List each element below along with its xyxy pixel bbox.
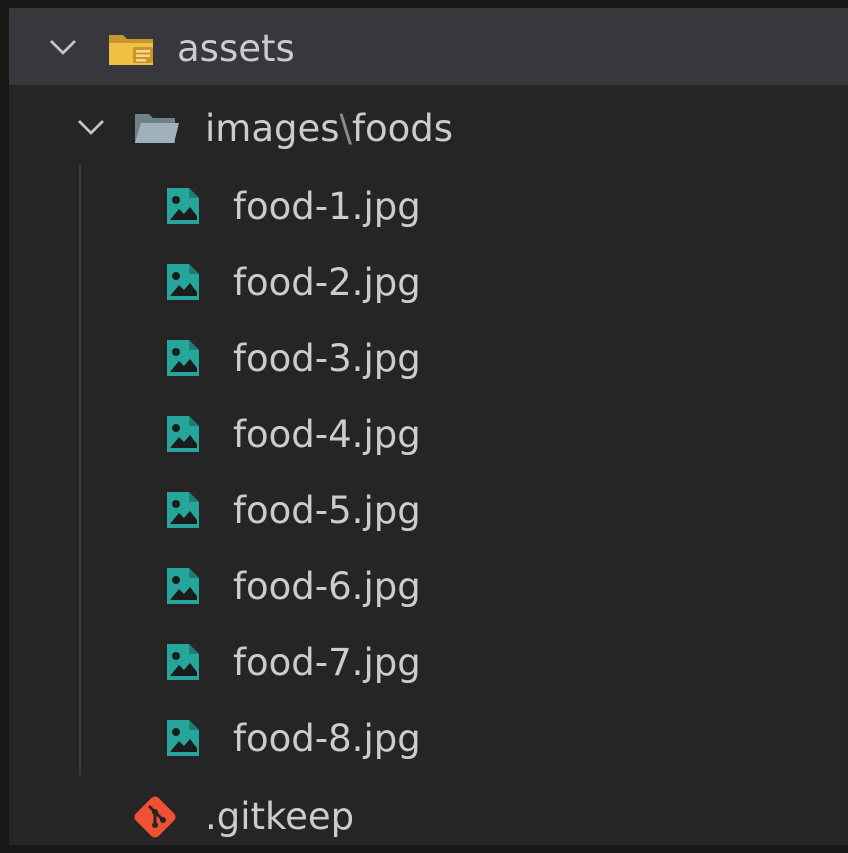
file-label: food-5.jpg	[233, 492, 421, 529]
file-explorer: assets images\foods food-1.jpg food-2	[9, 8, 848, 845]
file-item[interactable]: food-6.jpg	[9, 547, 848, 623]
file-item[interactable]: food-4.jpg	[9, 395, 848, 471]
file-item[interactable]: food-5.jpg	[9, 471, 848, 547]
file-label: food-4.jpg	[233, 416, 421, 453]
file-label: food-1.jpg	[233, 188, 421, 225]
chevron-down-icon[interactable]	[45, 29, 81, 65]
file-label: .gitkeep	[205, 798, 354, 835]
tree-item-images-foods[interactable]: images\foods	[9, 89, 848, 165]
file-label: food-8.jpg	[233, 720, 421, 757]
folder-open-icon	[107, 31, 157, 67]
file-item[interactable]: food-7.jpg	[9, 623, 848, 699]
image-file-icon	[165, 262, 201, 302]
git-icon	[131, 793, 179, 841]
file-label: food-3.jpg	[233, 340, 421, 377]
image-file-icon	[165, 490, 201, 530]
image-file-icon	[165, 186, 201, 226]
image-file-icon	[165, 414, 201, 454]
tree-item-assets[interactable]: assets	[9, 9, 848, 85]
tree-item-label: assets	[177, 30, 295, 67]
file-label: food-6.jpg	[233, 568, 421, 605]
image-file-icon	[165, 642, 201, 682]
folder-open-icon	[133, 111, 181, 145]
file-item[interactable]: food-3.jpg	[9, 319, 848, 395]
file-item[interactable]: food-8.jpg	[9, 699, 848, 775]
tree-item-gitkeep[interactable]: .gitkeep	[9, 777, 848, 853]
file-label: food-2.jpg	[233, 264, 421, 301]
file-item[interactable]: food-2.jpg	[9, 243, 848, 319]
file-label: food-7.jpg	[233, 644, 421, 681]
tree-item-label: images\foods	[205, 110, 453, 147]
image-file-icon	[165, 566, 201, 606]
file-item[interactable]: food-1.jpg	[9, 167, 848, 243]
chevron-down-icon[interactable]	[73, 109, 109, 145]
image-file-icon	[165, 718, 201, 758]
image-file-icon	[165, 338, 201, 378]
